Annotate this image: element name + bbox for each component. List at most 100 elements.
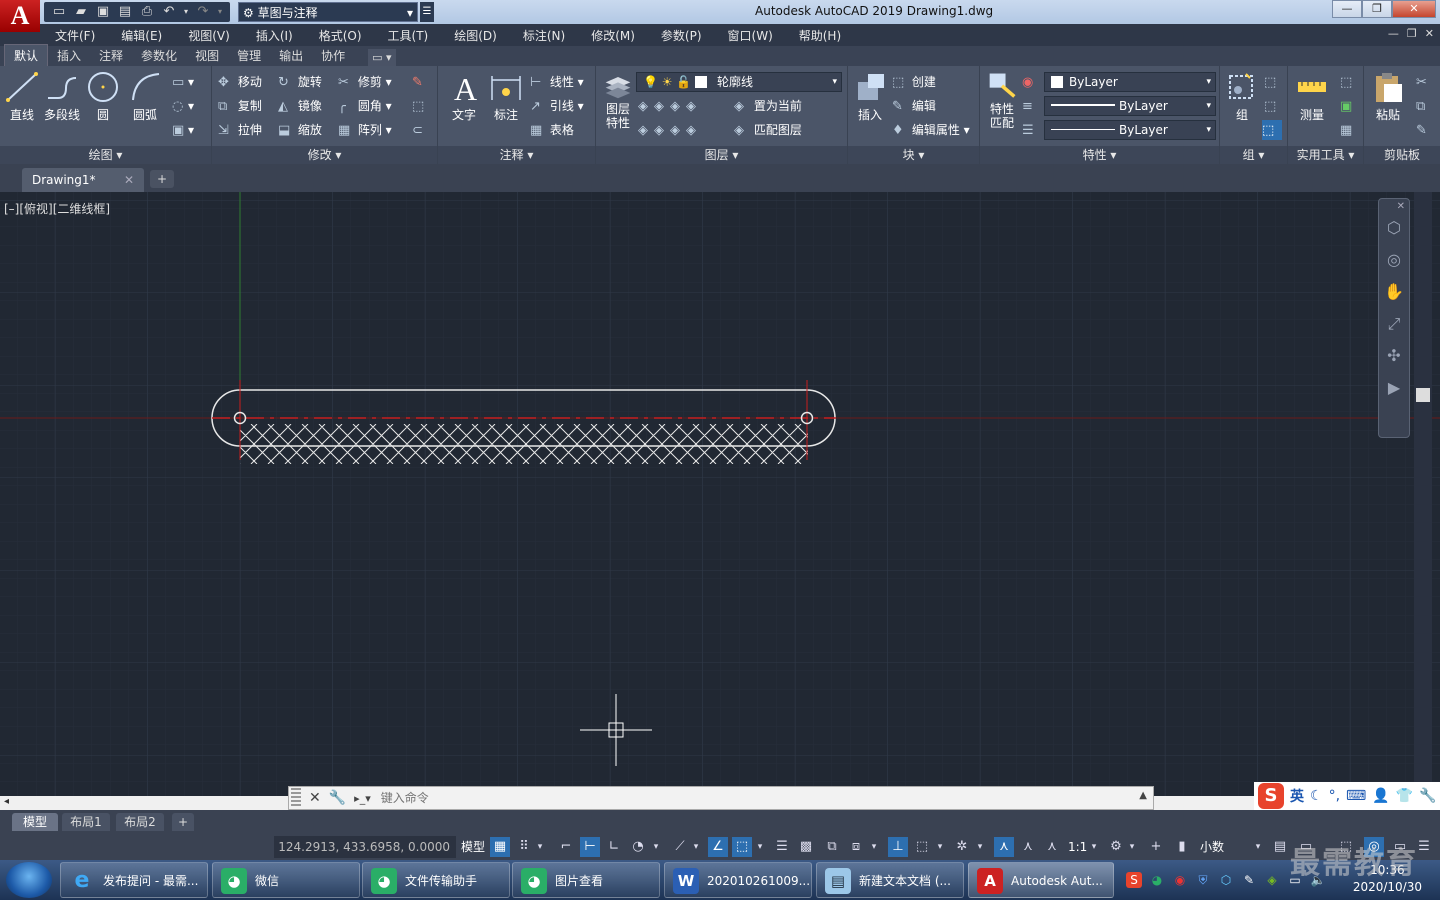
calculator-button[interactable]: ▦ bbox=[1340, 120, 1356, 140]
dimension-button[interactable]: 标注 bbox=[486, 70, 526, 123]
filter-dropdown-icon[interactable]: ▾ bbox=[934, 837, 946, 857]
doc-minimize-icon[interactable]: — bbox=[1388, 27, 1399, 40]
tab-insert[interactable]: 插入 bbox=[48, 45, 90, 66]
showmotion-icon[interactable]: ▶ bbox=[1382, 376, 1406, 400]
nvidia-tray-icon[interactable]: ◈ bbox=[1264, 872, 1280, 888]
selection-filter-icon[interactable]: ⬚ bbox=[912, 837, 932, 857]
command-history-icon[interactable]: ▲ bbox=[1139, 790, 1147, 801]
menu-help[interactable]: 帮助(H) bbox=[799, 27, 841, 44]
file-tab-drawing1[interactable]: Drawing1* ✕ bbox=[22, 168, 144, 192]
scroll-left-icon[interactable]: ◂ bbox=[4, 796, 9, 807]
save-icon[interactable]: ▣ bbox=[94, 4, 112, 20]
ortho-mode-icon[interactable]: ∟ bbox=[604, 837, 624, 857]
linetype-dropdown[interactable]: ByLayer ▾ bbox=[1044, 120, 1216, 140]
gizmo-icon[interactable]: ✲ bbox=[952, 837, 972, 857]
modify-panel-title[interactable]: 修改 ▾ bbox=[212, 146, 437, 164]
drawing-canvas[interactable]: [–][俯视][二维线框] bbox=[0, 192, 1440, 796]
lineweight-icon-button[interactable]: ≡ bbox=[1022, 96, 1038, 116]
grid-toggle-icon[interactable]: ▦ bbox=[490, 837, 510, 857]
taskbar-item-ie[interactable]: e 发布提问 - 最需... bbox=[60, 862, 208, 898]
shirt-icon[interactable]: 👕 bbox=[1396, 788, 1413, 804]
user-icon[interactable]: 👤 bbox=[1372, 788, 1389, 804]
group-select-button[interactable]: ⬚ bbox=[1262, 120, 1282, 140]
auto-scale-icon[interactable]: ⋏ bbox=[1018, 837, 1038, 857]
match-properties-button[interactable]: 特性匹配 bbox=[984, 70, 1020, 130]
security-shield-icon[interactable]: ⛨ bbox=[1195, 872, 1211, 888]
wrench-icon[interactable]: 🔧 bbox=[1419, 788, 1436, 804]
orbit-icon[interactable]: ✣ bbox=[1382, 344, 1406, 368]
snap-mode-icon[interactable]: ⠿ bbox=[514, 837, 534, 857]
object-snap-tracking-icon[interactable]: ∠ bbox=[708, 837, 728, 857]
cube-tray-icon[interactable]: ⬡ bbox=[1218, 872, 1234, 888]
coordinate-display[interactable]: 124.2913, 433.6958, 0.0000 bbox=[274, 836, 456, 858]
utilities-panel-title[interactable]: 实用工具 ▾ bbox=[1288, 146, 1363, 164]
group-button[interactable]: 组 bbox=[1222, 70, 1262, 123]
iso-dropdown-icon[interactable]: ▾ bbox=[690, 837, 702, 857]
transparency-icon[interactable]: ▩ bbox=[796, 837, 816, 857]
3d-osnap-dropdown-icon[interactable]: ▾ bbox=[868, 837, 880, 857]
select-all-button[interactable]: ▣ bbox=[1340, 96, 1356, 116]
command-line-grip[interactable] bbox=[291, 788, 301, 808]
taskbar-item-notepad[interactable]: ▤ 新建文本文档 (... bbox=[816, 862, 964, 898]
layer-tools-row1[interactable]: ◈ ◈ ◈ ◈ bbox=[638, 96, 702, 116]
taskbar-item-wechat[interactable]: ◕ 微信 bbox=[212, 862, 360, 898]
edit-block-button[interactable]: ✎ 编辑 bbox=[892, 96, 936, 116]
save-as-icon[interactable]: ▤ bbox=[116, 4, 134, 20]
quick-properties-icon[interactable]: ▤ bbox=[1270, 837, 1290, 857]
navbar-close-icon[interactable]: ✕ bbox=[1379, 199, 1409, 212]
menu-tools[interactable]: 工具(T) bbox=[388, 27, 429, 44]
workspace-switcher[interactable]: ⚙ 草图与注释 ▾ bbox=[238, 2, 418, 22]
ungroup-button[interactable]: ⬚ bbox=[1264, 72, 1280, 92]
annotation-scale-icon[interactable]: ⋏ bbox=[1042, 837, 1062, 857]
add-layout-button[interactable]: + bbox=[172, 813, 194, 831]
doc-close-icon[interactable]: ✕ bbox=[1425, 27, 1434, 40]
annotation-visibility-icon[interactable]: ⋏ bbox=[994, 837, 1014, 857]
vertical-scrollbar[interactable] bbox=[1414, 192, 1432, 796]
groups-panel-title[interactable]: 组 ▾ bbox=[1220, 146, 1287, 164]
wechat-tray-icon[interactable]: ◕ bbox=[1149, 872, 1165, 888]
mirror-button[interactable]: ◭ 镜像 bbox=[278, 96, 322, 116]
boundary-button[interactable]: ▣ ▾ bbox=[172, 120, 194, 140]
menu-insert[interactable]: 插入(I) bbox=[256, 27, 293, 44]
tab-annotate[interactable]: 注释 bbox=[90, 45, 132, 66]
undo-icon[interactable]: ↶ bbox=[160, 4, 178, 20]
create-block-button[interactable]: ⬚ 创建 bbox=[892, 72, 936, 92]
menu-window[interactable]: 窗口(W) bbox=[728, 27, 773, 44]
dynamic-ucs-icon[interactable]: ⊥ bbox=[888, 837, 908, 857]
measure-button[interactable]: 测量 bbox=[1292, 70, 1332, 123]
punctuation-icon[interactable]: °, bbox=[1329, 788, 1340, 804]
sogou-logo[interactable]: S bbox=[1258, 783, 1284, 809]
zoom-extents-icon[interactable]: ⤢ bbox=[1382, 312, 1406, 336]
properties-panel-title[interactable]: 特性 ▾ bbox=[980, 146, 1219, 164]
isometric-drafting-icon[interactable]: ⟋ bbox=[670, 837, 690, 857]
clipboard-panel-title[interactable]: 剪贴板 bbox=[1364, 146, 1440, 164]
cut-button[interactable]: ✂ bbox=[1416, 72, 1432, 92]
rectangle-button[interactable]: ▭ ▾ bbox=[172, 72, 194, 92]
close-tab-icon[interactable]: ✕ bbox=[124, 168, 134, 192]
color-wheel-button[interactable]: ◉ bbox=[1022, 72, 1038, 92]
block-panel-title[interactable]: 块 ▾ bbox=[848, 146, 979, 164]
polar-tracking-icon[interactable]: ◔ bbox=[628, 837, 648, 857]
new-file-icon[interactable]: ▭ bbox=[50, 4, 68, 20]
lineweight-toggle-icon[interactable]: ☰ bbox=[772, 837, 792, 857]
paste-button[interactable]: 粘贴 bbox=[1368, 70, 1408, 123]
linetype-icon-button[interactable]: ☰ bbox=[1022, 120, 1038, 140]
redo-icon[interactable]: ↷ bbox=[194, 4, 212, 20]
layers-panel-title[interactable]: 图层 ▾ bbox=[596, 146, 847, 164]
copy-clip-button[interactable]: ⧉ bbox=[1416, 96, 1432, 116]
linear-dim-button[interactable]: ⊢ 线性 ▾ bbox=[530, 72, 584, 92]
viewcube-icon[interactable]: ⬡ bbox=[1382, 216, 1406, 240]
taskbar-item-word-doc[interactable]: W 202010261009... bbox=[664, 862, 812, 898]
viewport-controls[interactable]: [–][俯视][二维线框] bbox=[4, 200, 110, 217]
match-clip-button[interactable]: ✎ bbox=[1416, 120, 1432, 140]
menu-edit[interactable]: 编辑(E) bbox=[121, 27, 162, 44]
units-value[interactable]: 小数 bbox=[1200, 837, 1224, 857]
menu-format[interactable]: 格式(O) bbox=[319, 27, 362, 44]
vertical-scroll-thumb[interactable] bbox=[1416, 388, 1430, 402]
workspace-gear-icon[interactable]: ⚙ bbox=[1106, 837, 1126, 857]
array-button[interactable]: ▦ 阵列 ▾ bbox=[338, 120, 392, 140]
circle-button[interactable]: 圆 bbox=[83, 70, 123, 123]
fillet-button[interactable]: ╭ 圆角 ▾ bbox=[338, 96, 392, 116]
wrench-icon[interactable]: 🔧 bbox=[329, 790, 346, 806]
model-space-button[interactable]: 模型 bbox=[458, 836, 488, 858]
